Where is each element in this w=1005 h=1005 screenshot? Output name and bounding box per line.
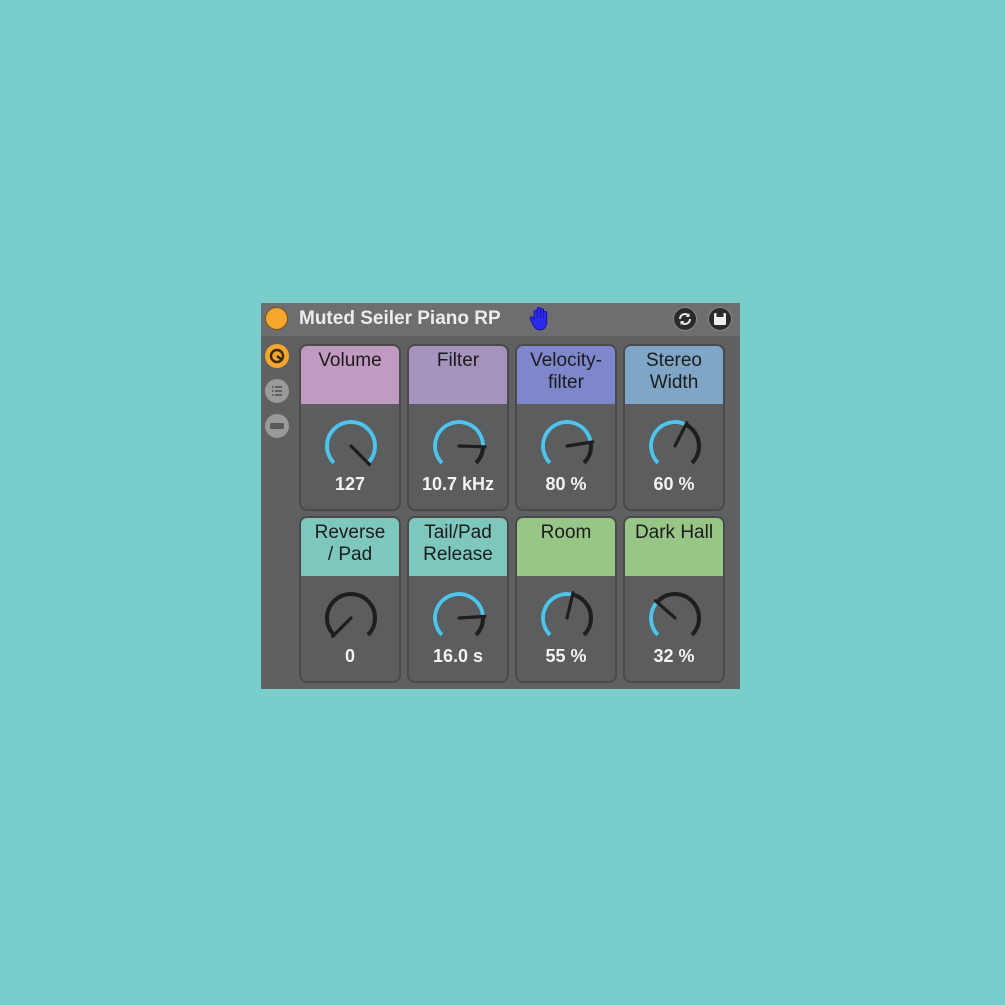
macro-panel: Velocity-filter 80 % <box>515 344 617 511</box>
macro-label[interactable]: Velocity-filter <box>517 346 615 404</box>
macro-panel: Filter 10.7 kHz <box>407 344 509 511</box>
macro-knob[interactable] <box>429 416 489 476</box>
macro-label[interactable]: Tail/Pad Release <box>409 518 507 576</box>
macro-panel: Stereo Width 60 % <box>623 344 725 511</box>
knob-track <box>649 592 701 637</box>
rack-device: Muted Seiler Piano RP Volume 127 Filter … <box>261 303 740 689</box>
macro-label-line: Stereo <box>646 350 702 371</box>
knob-track <box>325 592 377 637</box>
macro-icon[interactable] <box>264 343 290 369</box>
knob-needle <box>457 444 487 449</box>
macro-knob[interactable] <box>537 588 597 648</box>
macro-knob[interactable] <box>537 416 597 476</box>
macro-label-line: Release <box>423 544 493 565</box>
macro-knob[interactable] <box>645 416 705 476</box>
macro-value: 10.7 kHz <box>421 474 495 494</box>
sync-icon[interactable] <box>673 307 697 331</box>
macro-label[interactable]: Stereo Width <box>625 346 723 404</box>
macro-label[interactable]: Filter <box>409 346 507 404</box>
macro-value: 16.0 s <box>432 646 484 666</box>
macro-label-line: Volume <box>318 350 382 371</box>
macro-label-line: Width <box>649 372 699 393</box>
knob-value-arc <box>325 420 377 465</box>
macro-panel: Tail/Pad Release 16.0 s <box>407 516 509 683</box>
macro-value: 60 % <box>653 474 695 494</box>
knob-needle <box>653 599 677 620</box>
macro-label-line: Tail/Pad <box>424 522 492 543</box>
macro-knob[interactable] <box>321 416 381 476</box>
macro-label[interactable]: Dark Hall <box>625 518 723 576</box>
macro-label-line: Filter <box>436 350 480 371</box>
macro-knob[interactable] <box>645 588 705 648</box>
knob-needle <box>565 591 575 620</box>
macro-value: 0 <box>344 646 355 666</box>
list-icon[interactable] <box>264 378 290 404</box>
macro-knob[interactable] <box>321 588 381 648</box>
knob-value-arc <box>649 420 687 465</box>
macro-knob[interactable] <box>429 588 489 648</box>
macro-panel: Dark Hall 32 % <box>623 516 725 683</box>
minimize-icon[interactable] <box>264 413 290 439</box>
device-title[interactable]: Muted Seiler Piano RP <box>299 308 501 330</box>
macro-label-line: Reverse <box>314 522 386 543</box>
knob-needle <box>457 614 487 620</box>
macro-label[interactable]: Volume <box>301 346 399 404</box>
macro-label[interactable]: Room <box>517 518 615 576</box>
hand-icon <box>529 307 548 331</box>
save-icon[interactable] <box>708 307 732 331</box>
knob-value-arc <box>649 600 660 637</box>
knob-value-arc <box>433 420 485 465</box>
knob-needle <box>565 440 595 448</box>
knob-needle <box>673 421 689 448</box>
macro-label-line: Velocity- <box>530 350 602 371</box>
macro-label-line: Room <box>540 522 592 543</box>
macro-panel: Room 55 % <box>515 516 617 683</box>
title-bar: Muted Seiler Piano RP <box>261 303 740 336</box>
knob-value-arc <box>433 592 485 637</box>
macro-panel: Reverse / Pad 0 <box>299 516 401 683</box>
knob-needle <box>349 444 371 466</box>
macro-value: 55 % <box>545 646 587 666</box>
macro-label-line: filter <box>548 372 584 393</box>
macro-value: 80 % <box>545 474 587 494</box>
macro-label-line: Dark Hall <box>634 522 714 543</box>
macro-value: 32 % <box>653 646 695 666</box>
macro-label[interactable]: Reverse / Pad <box>301 518 399 576</box>
macro-label-line: / Pad <box>327 544 373 565</box>
power-icon[interactable] <box>265 307 288 330</box>
knob-needle <box>331 616 353 638</box>
macro-panel: Volume 127 <box>299 344 401 511</box>
macro-value: 127 <box>334 474 366 494</box>
